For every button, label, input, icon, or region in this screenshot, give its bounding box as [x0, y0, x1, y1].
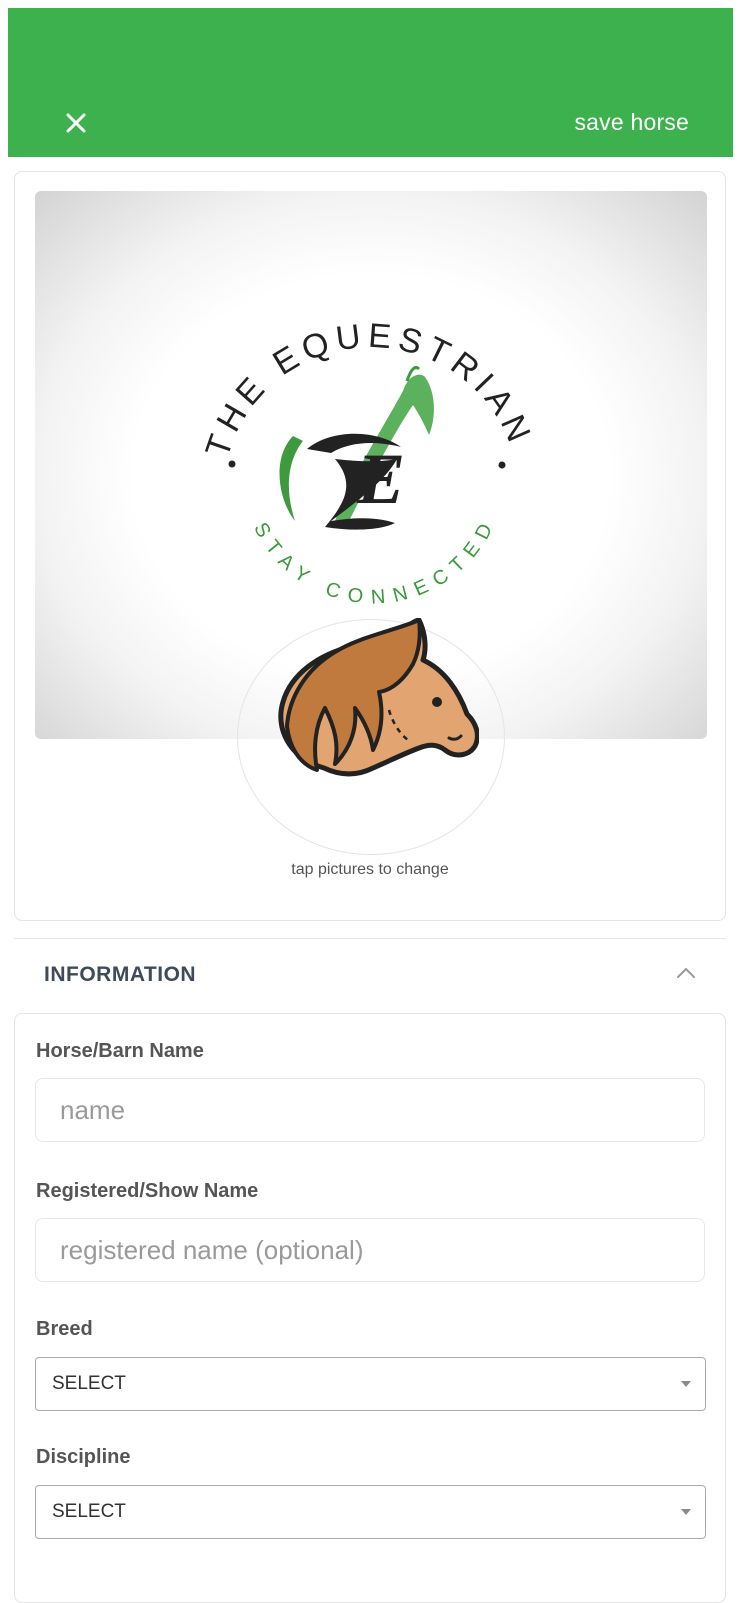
information-section-toggle[interactable]: INFORMATION	[14, 938, 726, 1014]
change-pictures-hint: tap pictures to change	[291, 861, 449, 878]
discipline-select-value: SELECT	[52, 1501, 126, 1522]
dropdown-arrow-icon	[681, 1509, 691, 1515]
logo-monogram: E	[356, 439, 405, 519]
chevron-up-icon	[677, 968, 695, 978]
horse-avatar-icon[interactable]	[269, 618, 479, 788]
horse-name-label: Horse/Barn Name	[36, 1040, 204, 1062]
show-name-input[interactable]	[35, 1218, 705, 1282]
discipline-select[interactable]: SELECT	[35, 1485, 706, 1539]
dropdown-arrow-icon	[681, 1381, 691, 1387]
close-button[interactable]	[56, 103, 96, 143]
breed-select[interactable]: SELECT	[35, 1357, 706, 1411]
breed-label: Breed	[36, 1318, 93, 1340]
discipline-label: Discipline	[36, 1446, 131, 1468]
save-horse-button[interactable]: save horse	[574, 109, 689, 136]
horse-name-input[interactable]	[35, 1078, 705, 1142]
show-name-label: Registered/Show Name	[36, 1180, 259, 1202]
photos-card: THE EQUESTRIAN STAY CONNECTED E tap pict…	[14, 171, 726, 921]
breed-select-value: SELECT	[52, 1373, 126, 1394]
close-icon	[66, 113, 86, 133]
information-title: INFORMATION	[44, 963, 197, 986]
top-app-bar: save horse	[8, 8, 733, 157]
